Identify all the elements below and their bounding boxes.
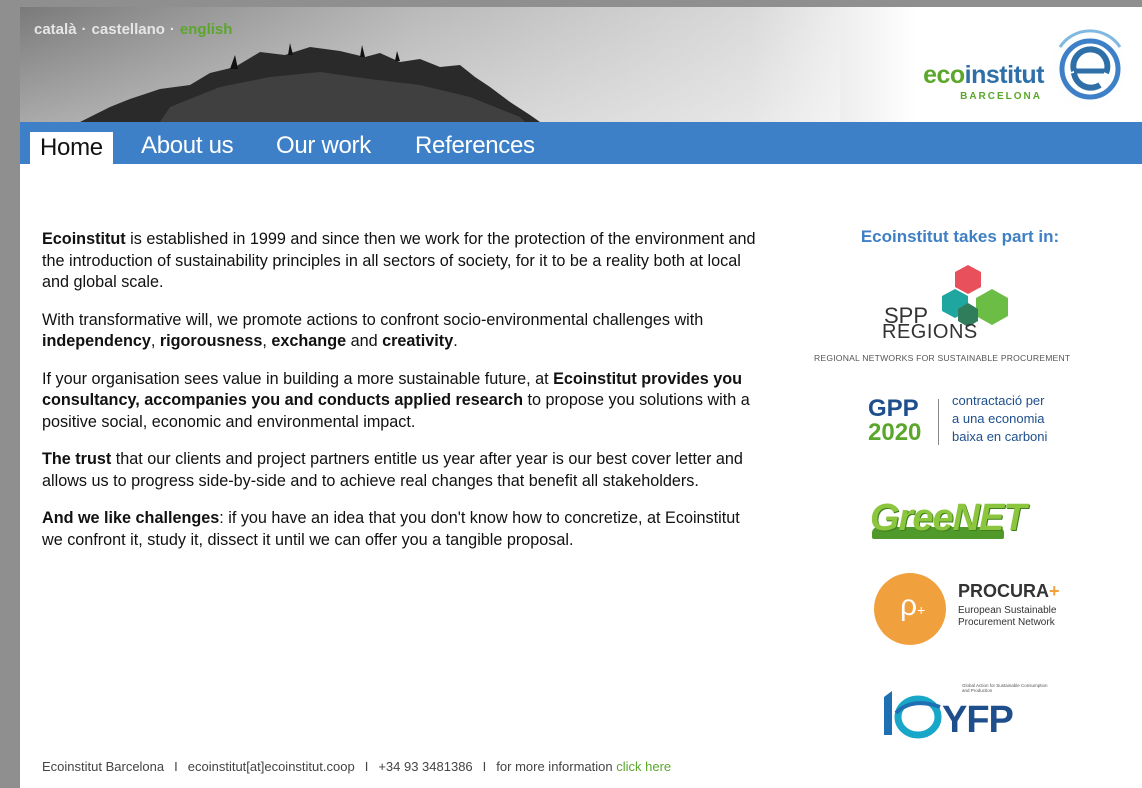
logo-wordmark: ecoinstitut <box>923 61 1044 89</box>
footer-org: Ecoinstitut Barcelona <box>42 759 165 774</box>
nav-our-work[interactable]: Our work <box>276 132 371 160</box>
footer-separator: I <box>482 759 487 774</box>
footer-separator: I <box>174 759 178 774</box>
nav-home[interactable]: Home <box>30 132 113 164</box>
gpp-desc-1: contractació per <box>952 393 1045 408</box>
procura-p-icon: ρ+ <box>900 589 926 622</box>
procura-sub-1: European Sustainable <box>958 605 1057 616</box>
logo-city: BARCELONA <box>960 91 1042 102</box>
main-content: Ecoinstitut is established in 1999 and s… <box>42 229 762 567</box>
spp-regions-logo[interactable]: SPP REGIONS REGIONAL NETWORKS FOR SUSTAI… <box>792 263 1092 373</box>
procura-name: PROCURA+ <box>958 581 1060 601</box>
gpp-divider <box>938 399 939 445</box>
language-switcher: català · castellano · english <box>34 21 232 38</box>
gpp-desc-3: baixa en carboni <box>952 429 1048 444</box>
footer-click-here-link[interactable]: click here <box>616 759 671 774</box>
challenges-paragraph: And we like challenges: if you have an i… <box>42 509 740 549</box>
services-paragraph: If your organisation sees value in build… <box>42 369 750 431</box>
nav-references[interactable]: References <box>415 132 535 160</box>
footer-more-text: for more information <box>496 759 613 774</box>
lang-separator: · <box>169 21 175 38</box>
gpp-2020-logo[interactable]: GPP 2020 contractació per a una economia… <box>792 391 1092 451</box>
lang-catalan[interactable]: català <box>34 21 77 38</box>
greenet-label: GreeNET <box>870 497 1027 539</box>
procura-sub-2: Procurement Network <box>958 617 1055 628</box>
lang-castellano[interactable]: castellano <box>92 21 165 38</box>
sidebar-title: Ecoinstitut takes part in: <box>860 227 1060 246</box>
main-nav: Home About us Our work References <box>20 122 1142 164</box>
footer-email[interactable]: ecoinstitut[at]ecoinstitut.coop <box>188 759 355 774</box>
gpp-desc-2: a una economia <box>952 411 1045 426</box>
greenet-logo[interactable]: GreeNET <box>792 493 1092 543</box>
lang-english[interactable]: english <box>180 21 233 38</box>
procura-logo[interactable]: ρ+ PROCURA+ European Sustainable Procure… <box>792 571 1092 649</box>
footer: Ecoinstitut Barcelona Iecoinstitut[at]eco… <box>42 759 671 774</box>
spp-tagline: REGIONAL NETWORKS FOR SUSTAINABLE PROCUR… <box>814 353 1071 363</box>
footer-phone: +34 93 3481386 <box>378 759 473 774</box>
lang-separator: · <box>81 21 87 38</box>
spp-line2: REGIONS <box>882 321 978 343</box>
partner-sidebar: Ecoinstitut takes part in: SPP REGIONS R… <box>792 227 1092 741</box>
intro-paragraph: Ecoinstitut is established in 1999 and s… <box>42 230 756 291</box>
gpp-line2: 2020 <box>868 419 922 446</box>
trust-paragraph: The trust that our clients and project p… <box>42 450 743 490</box>
values-paragraph: With transformative will, we promote act… <box>42 310 704 351</box>
10yfp-label: YFP <box>942 699 1014 741</box>
ecoinstitut-logo[interactable]: ecoinstitut BARCELONA <box>828 25 1128 113</box>
page-frame: català · castellano · english ecoinstitut BA… <box>20 7 1142 788</box>
footer-separator: I <box>364 759 369 774</box>
header-banner: català · castellano · english ecoinstitut BA… <box>20 7 1142 122</box>
10yfp-tiny-text: Global Action for Sustainable Consumptio… <box>962 683 1048 693</box>
10yfp-logo[interactable]: Global Action for Sustainable Consumptio… <box>792 677 1092 747</box>
nav-about-us[interactable]: About us <box>141 132 234 160</box>
